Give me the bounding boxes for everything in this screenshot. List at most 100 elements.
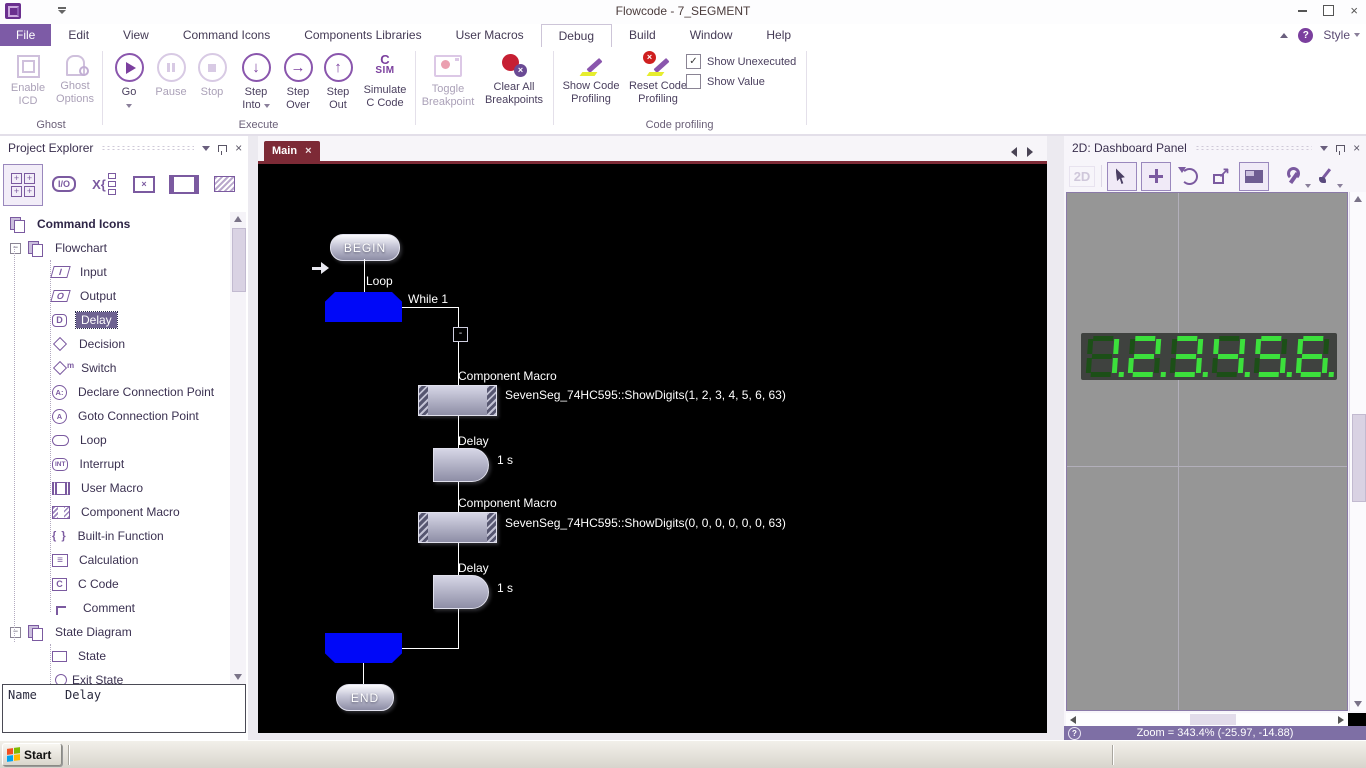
menu-item-help[interactable]: Help [749, 24, 808, 46]
tree-item-state-diagram[interactable]: − State Diagram [2, 620, 230, 644]
show-unexecuted-checkbox[interactable]: ✓ Show Unexecuted [686, 54, 796, 69]
menu-item-view[interactable]: View [106, 24, 166, 46]
collapse-ribbon-icon[interactable] [1280, 32, 1289, 38]
start-button[interactable]: Start [2, 743, 62, 766]
component-macro-view-button[interactable] [205, 164, 243, 204]
tree-item-command-icons[interactable]: Command Icons [2, 212, 230, 236]
property-editor[interactable]: Name Delay [2, 684, 246, 733]
tree-item-component-macro[interactable]: Component Macro [2, 500, 230, 524]
seven-segment-display[interactable] [1081, 333, 1337, 380]
tree-item-comment[interactable]: Comment [2, 596, 230, 620]
menu-item-command-icons[interactable]: Command Icons [166, 24, 287, 46]
end-node[interactable]: END [336, 684, 394, 711]
tree-item-exit-state[interactable]: Exit State [2, 668, 230, 684]
tree-item-switch[interactable]: m Switch [2, 356, 230, 380]
panel-close-icon[interactable]: × [235, 142, 242, 154]
begin-node[interactable]: BEGIN [330, 234, 400, 261]
pause-button[interactable]: Pause [150, 50, 192, 128]
menu-item-file[interactable]: File [0, 24, 52, 46]
loop-start-node[interactable] [325, 292, 402, 322]
delay-node[interactable] [433, 575, 489, 609]
tree-item-delay[interactable]: D Delay [2, 308, 230, 332]
scroll-up-icon[interactable] [1354, 196, 1362, 202]
expander-icon[interactable]: − [10, 626, 21, 638]
tree-item-goto-connection-point[interactable]: A Goto Connection Point [2, 404, 230, 428]
tree-item-state[interactable]: State [2, 644, 230, 668]
show-code-profiling-button[interactable]: Show Code Profiling [558, 50, 624, 128]
restore-icon[interactable] [1323, 2, 1338, 16]
menu-item-edit[interactable]: Edit [51, 24, 106, 46]
enable-icd-button[interactable]: Enable ICD [6, 50, 50, 128]
scrollbar-thumb[interactable] [1352, 414, 1366, 502]
panel-menu-icon[interactable] [201, 145, 210, 151]
style-button[interactable]: Style [1323, 28, 1360, 42]
configure-button[interactable] [1279, 163, 1311, 190]
io-view-button[interactable]: I/O [45, 164, 83, 204]
close-icon[interactable]: × [1350, 4, 1358, 17]
stop-button[interactable]: Stop [192, 50, 232, 128]
panel-close-icon[interactable]: × [1353, 142, 1360, 154]
tree-item-decision[interactable]: Decision [2, 332, 230, 356]
scroll-right-icon[interactable] [1338, 716, 1344, 724]
scrollbar-thumb[interactable] [1190, 714, 1236, 725]
user-macro-view-button[interactable] [165, 164, 203, 204]
property-value[interactable]: Delay [65, 688, 101, 702]
menu-item-debug[interactable]: Debug [540, 24, 612, 47]
pan-tool-button[interactable] [1141, 161, 1171, 191]
toggle-breakpoint-button[interactable]: Toggle Breakpoint [418, 50, 478, 128]
scroll-down-icon[interactable] [234, 674, 242, 680]
component-macro-node[interactable] [418, 512, 497, 543]
clear-all-breakpoints-button[interactable]: × Clear All Breakpoints [478, 50, 550, 128]
tab-close-icon[interactable]: × [305, 145, 311, 157]
delete-macro-button[interactable]: × [125, 164, 163, 204]
dashboard-hscrollbar[interactable] [1066, 713, 1348, 726]
go-button[interactable]: Go [108, 50, 150, 128]
help-icon[interactable]: ? [1068, 727, 1081, 740]
2d-mode-button[interactable]: 2D [1068, 163, 1096, 190]
menu-item-window[interactable]: Window [673, 24, 750, 46]
component-macro-node[interactable] [418, 385, 497, 416]
help-icon[interactable]: ? [1298, 27, 1314, 43]
menu-item-user-macros[interactable]: User Macros [439, 24, 541, 46]
reset-code-profiling-button[interactable]: × Reset Code Profiling [626, 50, 690, 128]
pin-icon[interactable] [217, 144, 227, 155]
tab-scroll-left-icon[interactable] [1011, 147, 1017, 157]
loop-end-node[interactable] [325, 633, 402, 663]
tree-item-declare-connection-point[interactable]: A: Declare Connection Point [2, 380, 230, 404]
tree-item-loop[interactable]: Loop [2, 428, 230, 452]
drag-grip[interactable] [101, 145, 194, 151]
tree-scrollbar[interactable] [230, 212, 246, 684]
grid-view-button[interactable] [1239, 161, 1269, 191]
flowchart-canvas[interactable]: BEGIN Loop While 1 - Component Macro Sev… [258, 164, 1047, 733]
scroll-up-icon[interactable] [234, 216, 242, 222]
dashboard-canvas[interactable] [1066, 192, 1348, 711]
view-grid-button[interactable]: + + + + [3, 164, 43, 206]
tab-main[interactable]: Main × [264, 141, 320, 161]
drag-grip[interactable] [1194, 145, 1312, 151]
pin-icon[interactable] [1335, 144, 1345, 155]
tree-item-output[interactable]: O Output [2, 284, 230, 308]
delay-node[interactable] [433, 448, 489, 482]
tree-item-interrupt[interactable]: INT Interrupt [2, 452, 230, 476]
show-value-checkbox[interactable]: Show Value [686, 74, 765, 89]
dashboard-vscrollbar[interactable] [1349, 192, 1366, 711]
ghost-options-button[interactable]: Ghost Options [50, 50, 100, 128]
select-tool-button[interactable] [1107, 161, 1137, 191]
scale-tool-button[interactable]: ↗ [1207, 163, 1235, 190]
left-splitter[interactable] [248, 136, 258, 740]
tree-item-flowchart[interactable]: − Flowchart [2, 236, 230, 260]
rotate-tool-button[interactable] [1175, 163, 1203, 190]
menu-item-components-libraries[interactable]: Components Libraries [287, 24, 438, 46]
step-over-button[interactable]: → Step Over [278, 50, 318, 128]
menu-item-build[interactable]: Build [612, 24, 673, 46]
tree-item-user-macro[interactable]: User Macro [2, 476, 230, 500]
step-into-button[interactable]: ↓ Step Into [234, 50, 278, 128]
scroll-left-icon[interactable] [1070, 716, 1076, 724]
tree-item-calculation[interactable]: ≡ Calculation [2, 548, 230, 572]
right-splitter[interactable] [1060, 136, 1064, 740]
scroll-down-icon[interactable] [1354, 701, 1362, 707]
tab-scroll-right-icon[interactable] [1027, 147, 1033, 157]
simulate-c-code-button[interactable]: C SIM Simulate C Code [358, 50, 412, 128]
scrollbar-thumb[interactable] [232, 228, 246, 292]
macro-expand-button[interactable]: X{ [85, 164, 123, 204]
